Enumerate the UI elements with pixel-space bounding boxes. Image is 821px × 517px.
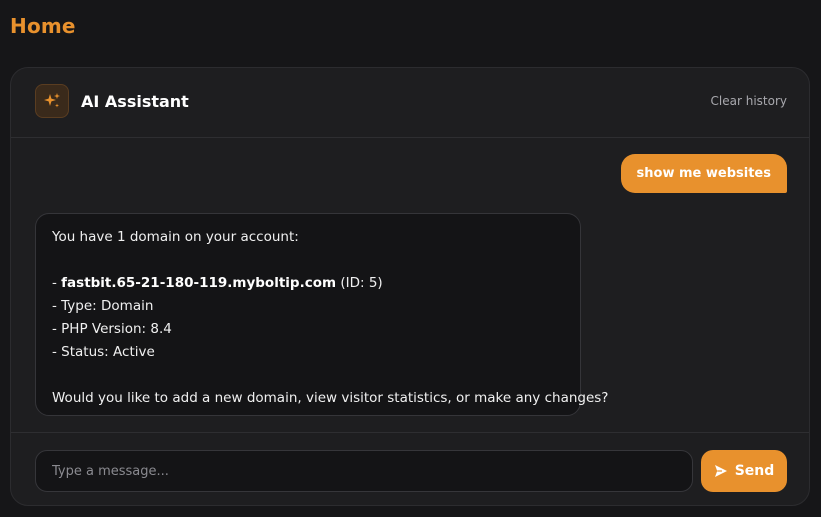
assistant-message: You have 1 domain on your account: - fas… (35, 213, 609, 416)
message-input[interactable] (35, 450, 693, 492)
sparkles-icon (35, 84, 69, 118)
reply-domain-line: - fastbit.65-21-180-119.myboltip.com (ID… (52, 272, 564, 295)
send-icon (714, 464, 728, 478)
reply-question: Would you like to add a new domain, view… (52, 390, 609, 406)
user-message: show me websites (620, 154, 787, 193)
reply-type: - Type: Domain (52, 298, 154, 314)
send-label: Send (734, 463, 775, 479)
assistant-header: AI Assistant Clear history (11, 68, 809, 138)
message-list: show me websites You have 1 domain on yo… (11, 138, 809, 433)
clear-history-button[interactable]: Clear history (711, 94, 787, 108)
page-title: Home (10, 14, 76, 38)
reply-status: - Status: Active (52, 344, 155, 360)
reply-domain-prefix: - (52, 275, 62, 291)
composer: Send (11, 432, 809, 505)
reply-domain-name: fastbit.65-21-180-119.myboltip.com (61, 275, 337, 291)
assistant-card: AI Assistant Clear history show me websi… (10, 67, 810, 506)
send-button[interactable]: Send (701, 450, 787, 492)
assistant-title: AI Assistant (81, 92, 189, 111)
reply-php-version: - PHP Version: 8.4 (52, 321, 172, 337)
reply-intro: You have 1 domain on your account: (52, 229, 299, 245)
reply-domain-id: (ID: 5) (336, 275, 383, 291)
